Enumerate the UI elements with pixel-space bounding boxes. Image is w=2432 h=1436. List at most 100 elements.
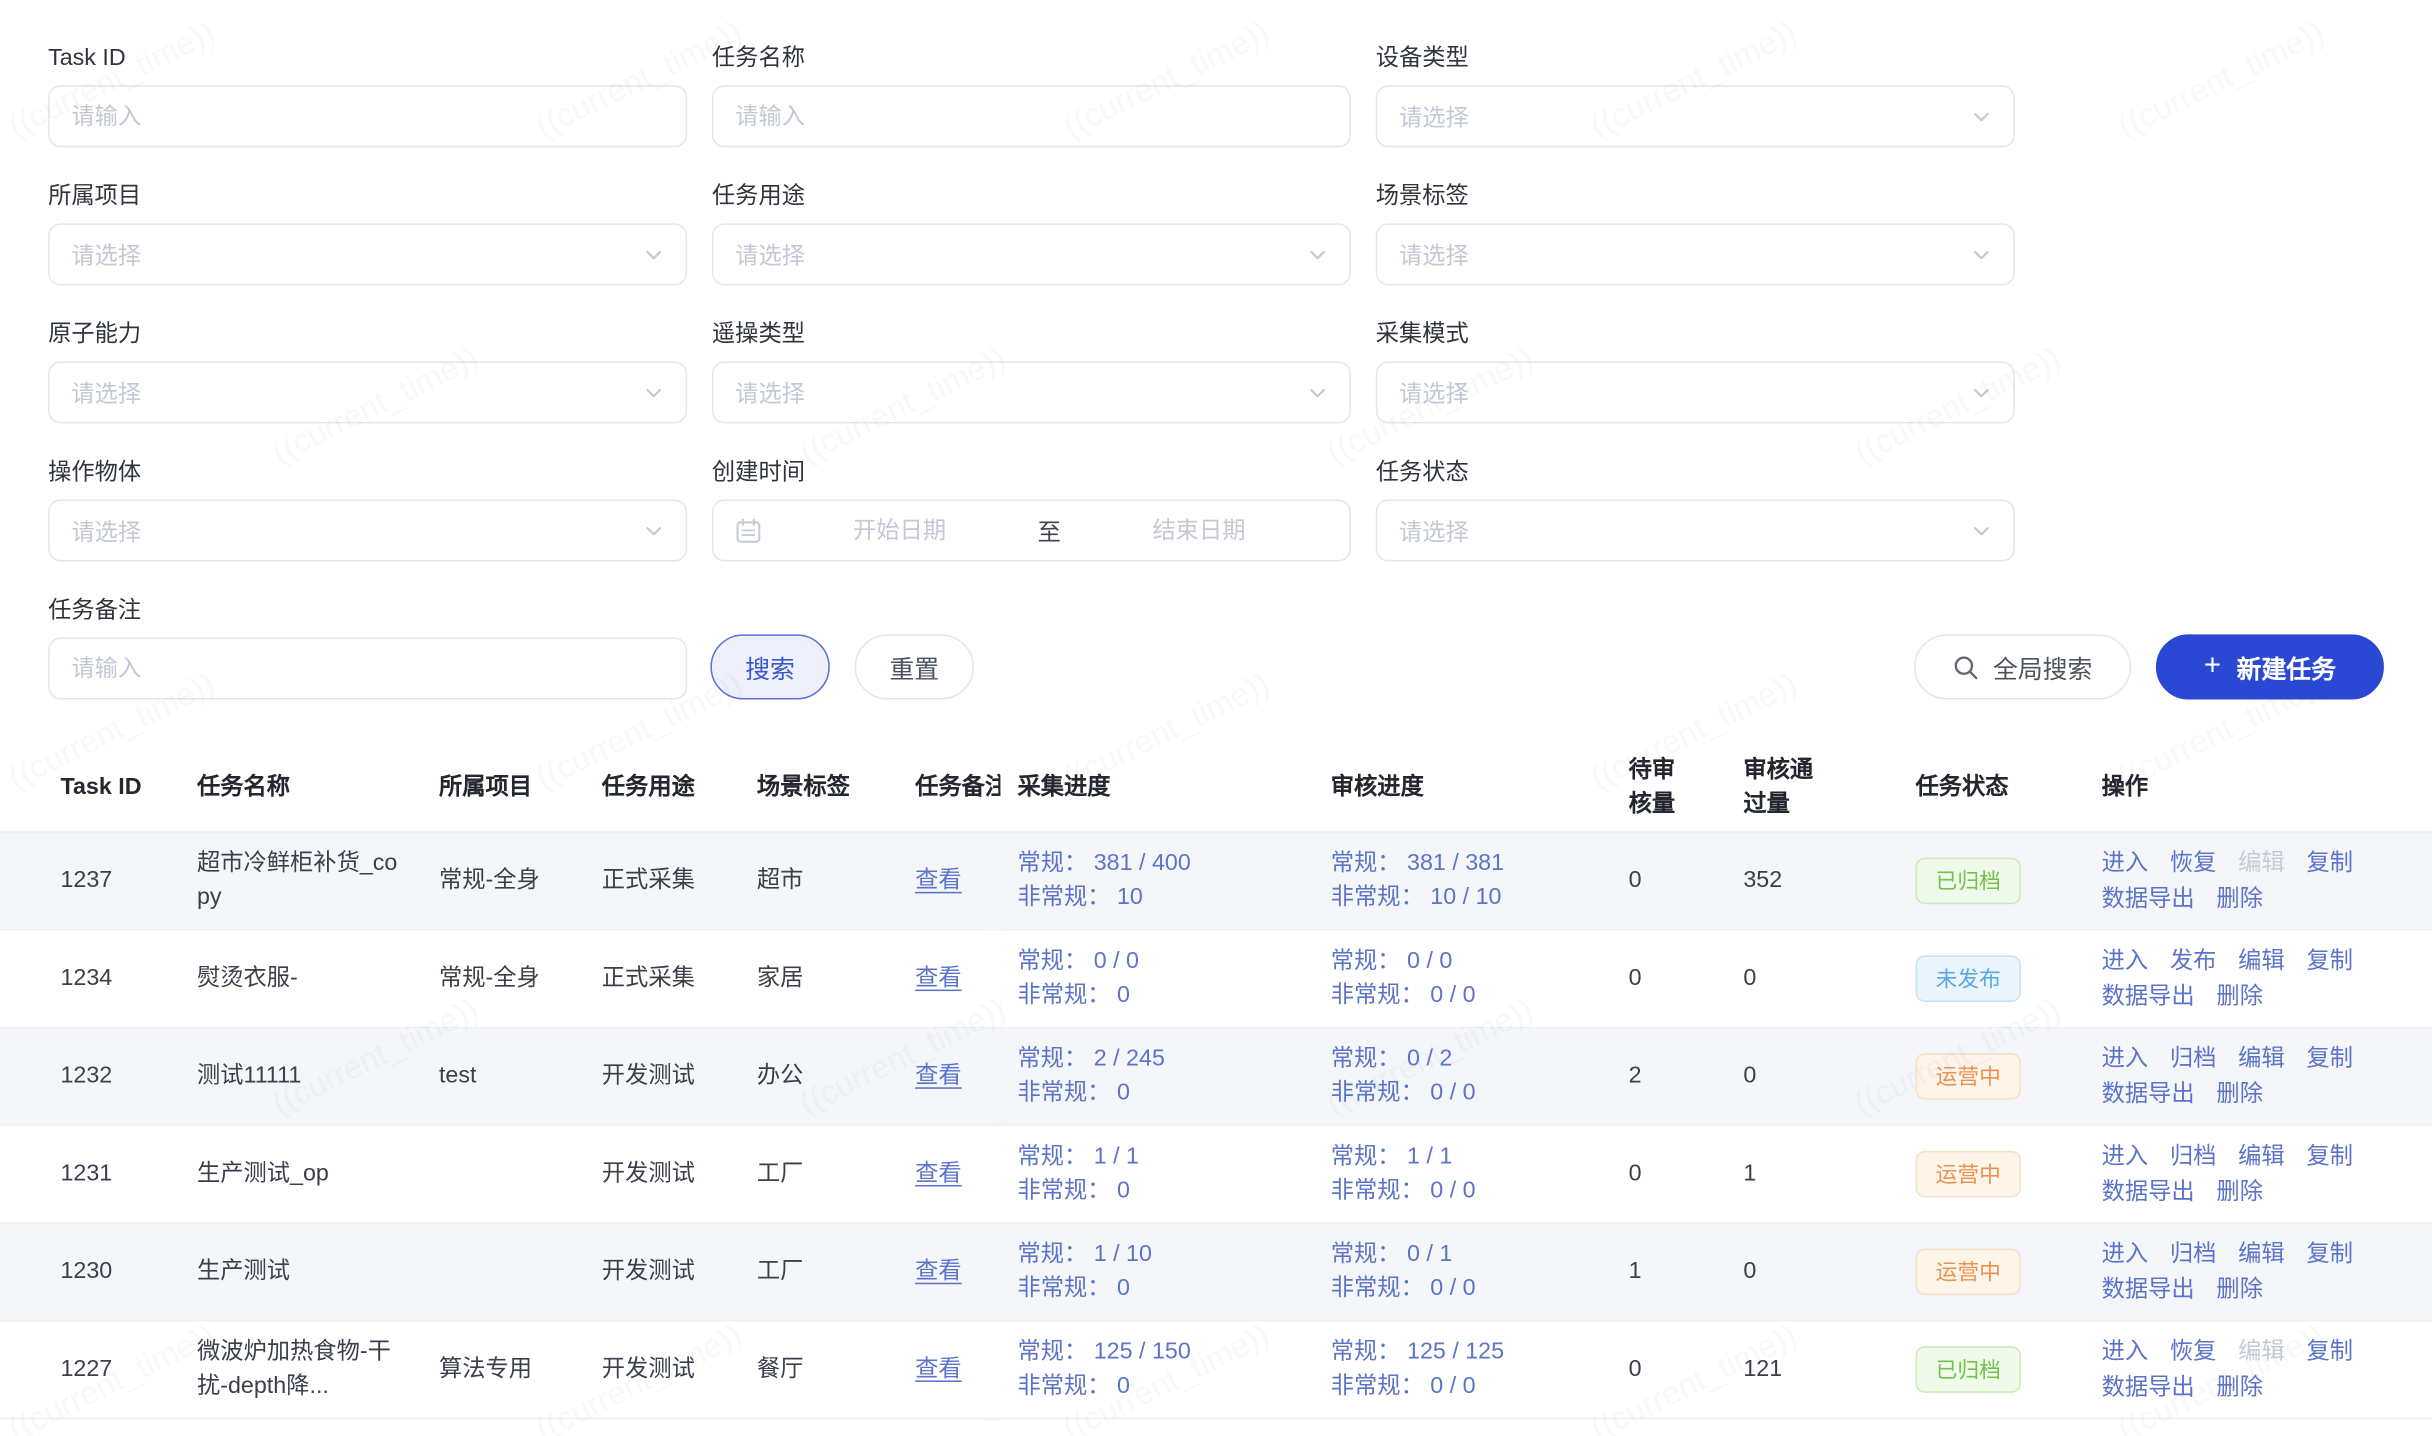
action-6[interactable]: 删除 — [2216, 1276, 2263, 1302]
cell-review-progress: 常规： 0 / 1非常规： 0 / 0 — [1331, 1238, 1629, 1305]
filter-field-task-purpose: 任务用途请选择 — [712, 181, 1351, 285]
actions-line-2: 数据导出删除 — [2102, 979, 2420, 1013]
action-4[interactable]: 复制 — [2306, 1045, 2353, 1071]
action-2[interactable]: 归档 — [2170, 1240, 2217, 1266]
collect-normal: 常规： 1 / 1 — [1017, 1140, 1302, 1174]
cell-scene: 工厂 — [757, 1157, 915, 1191]
view-remark-link[interactable]: 查看 — [915, 965, 962, 991]
action-3[interactable]: 编辑 — [2238, 1143, 2285, 1169]
chevron-down-icon — [644, 244, 664, 264]
atomic-ability-select[interactable]: 请选择 — [48, 361, 687, 423]
action-5[interactable]: 数据导出 — [2102, 1080, 2195, 1106]
action-3[interactable]: 编辑 — [2238, 947, 2285, 973]
header-status: 任务状态 — [1916, 770, 2102, 804]
filter-grid: Task ID任务名称设备类型请选择所属项目请选择任务用途请选择场景标签请选择原… — [48, 43, 2384, 561]
action-5[interactable]: 数据导出 — [2102, 1276, 2195, 1302]
operate-object-select[interactable]: 请选择 — [48, 499, 687, 561]
action-5[interactable]: 数据导出 — [2102, 983, 2195, 1009]
cell-status: 运营中 — [1916, 1151, 2102, 1198]
new-task-label: 新建任务 — [2237, 648, 2336, 685]
cell-status: 未发布 — [1916, 955, 2102, 1002]
action-4[interactable]: 复制 — [2306, 850, 2353, 876]
cell-pending-count: 0 — [1629, 1353, 1744, 1387]
task-purpose-select[interactable]: 请选择 — [712, 223, 1351, 285]
filter-label: 场景标签 — [1376, 181, 2015, 212]
action-4[interactable]: 复制 — [2306, 947, 2353, 973]
start-date-input[interactable] — [771, 516, 1028, 545]
filter-field-task-status: 任务状态请选择 — [1376, 458, 2015, 562]
action-5[interactable]: 数据导出 — [2102, 1178, 2195, 1204]
create-time-range-picker[interactable]: 至 — [712, 499, 1351, 561]
filter-label: 设备类型 — [1376, 43, 2015, 74]
table-header-row: 采集进度审核进度待审核量审核通过量任务状态操作 — [1000, 743, 2432, 833]
action-6[interactable]: 删除 — [2216, 983, 2263, 1009]
cell-scene: 餐厅 — [757, 1353, 915, 1387]
view-remark-link[interactable]: 查看 — [915, 1356, 962, 1382]
task-id-input[interactable] — [48, 85, 687, 147]
action-3[interactable]: 编辑 — [2238, 1045, 2285, 1071]
action-6[interactable]: 删除 — [2216, 1373, 2263, 1399]
action-5[interactable]: 数据导出 — [2102, 1373, 2195, 1399]
action-1[interactable]: 进入 — [2102, 1143, 2149, 1169]
teleop-type-select[interactable]: 请选择 — [712, 361, 1351, 423]
cell-scene: 家居 — [757, 962, 915, 996]
action-1[interactable]: 进入 — [2102, 1338, 2149, 1364]
actions-line-1: 进入归档编辑复制 — [2102, 1237, 2420, 1271]
scene-tag-select[interactable]: 请选择 — [1376, 223, 2015, 285]
action-2[interactable]: 归档 — [2170, 1143, 2217, 1169]
review-abnormal: 非常规： 10 / 10 — [1331, 881, 1601, 915]
actions-line-2: 数据导出删除 — [2102, 882, 2420, 916]
action-5[interactable]: 数据导出 — [2102, 885, 2195, 911]
action-2[interactable]: 发布 — [2170, 947, 2217, 973]
table-row: 常规： 2 / 245非常规： 0常规： 0 / 2非常规： 0 / 020运营… — [1000, 1028, 2432, 1126]
table-row: 1232测试11111test开发测试办公查看 — [0, 1028, 1000, 1126]
action-6[interactable]: 删除 — [2216, 1080, 2263, 1106]
plus-icon: + — [2204, 651, 2221, 680]
end-date-input[interactable] — [1070, 516, 1327, 545]
filter-field-collect-mode: 采集模式请选择 — [1376, 320, 2015, 424]
action-2[interactable]: 恢复 — [2170, 1338, 2217, 1364]
cell-task-name: 生产测试 — [197, 1255, 439, 1289]
cell-review-progress: 常规： 0 / 0非常规： 0 / 0 — [1331, 945, 1629, 1012]
reset-button[interactable]: 重置 — [855, 634, 974, 699]
view-remark-link[interactable]: 查看 — [915, 1160, 962, 1186]
collect-mode-select[interactable]: 请选择 — [1376, 361, 2015, 423]
cell-pending-count: 0 — [1629, 864, 1744, 898]
new-task-button[interactable]: + 新建任务 — [2156, 634, 2384, 699]
filter-label: 所属项目 — [48, 181, 687, 212]
global-search-button[interactable]: 全局搜索 — [1914, 634, 2131, 699]
action-4[interactable]: 复制 — [2306, 1338, 2353, 1364]
action-1[interactable]: 进入 — [2102, 1045, 2149, 1071]
task-name-input[interactable] — [712, 85, 1351, 147]
cell-pending-count: 1 — [1629, 1255, 1744, 1289]
device-type-select[interactable]: 请选择 — [1376, 85, 2015, 147]
search-button[interactable]: 搜索 — [710, 634, 829, 699]
view-remark-link[interactable]: 查看 — [915, 1063, 962, 1089]
action-1[interactable]: 进入 — [2102, 850, 2149, 876]
cell-remark: 查看 — [915, 1255, 1000, 1289]
chevron-down-icon — [1971, 244, 1991, 264]
task-status-select[interactable]: 请选择 — [1376, 499, 2015, 561]
action-1[interactable]: 进入 — [2102, 1240, 2149, 1266]
action-1[interactable]: 进入 — [2102, 947, 2149, 973]
action-2[interactable]: 恢复 — [2170, 850, 2217, 876]
action-4[interactable]: 复制 — [2306, 1143, 2353, 1169]
actions-line-1: 进入恢复编辑复制 — [2102, 1335, 2420, 1369]
action-6[interactable]: 删除 — [2216, 885, 2263, 911]
view-remark-link[interactable]: 查看 — [915, 1258, 962, 1284]
table-row: 常规： 381 / 400非常规： 10常规： 381 / 381非常规： 10… — [1000, 833, 2432, 931]
header-purpose: 任务用途 — [602, 770, 757, 804]
project-select[interactable]: 请选择 — [48, 223, 687, 285]
action-4[interactable]: 复制 — [2306, 1240, 2353, 1266]
cell-collect-progress: 常规： 125 / 150非常规： 0 — [1017, 1336, 1330, 1403]
action-3[interactable]: 编辑 — [2238, 1240, 2285, 1266]
task-remark-input[interactable] — [48, 637, 687, 699]
cell-remark: 查看 — [915, 864, 1000, 898]
view-remark-link[interactable]: 查看 — [915, 867, 962, 893]
filter-label: 采集模式 — [1376, 320, 2015, 351]
action-6[interactable]: 删除 — [2216, 1178, 2263, 1204]
header-remark: 任务备注 — [915, 770, 1000, 804]
cell-approved-count: 0 — [1743, 1255, 1915, 1289]
table-row: 1234熨烫衣服-常规-全身正式采集家居查看 — [0, 931, 1000, 1029]
action-2[interactable]: 归档 — [2170, 1045, 2217, 1071]
